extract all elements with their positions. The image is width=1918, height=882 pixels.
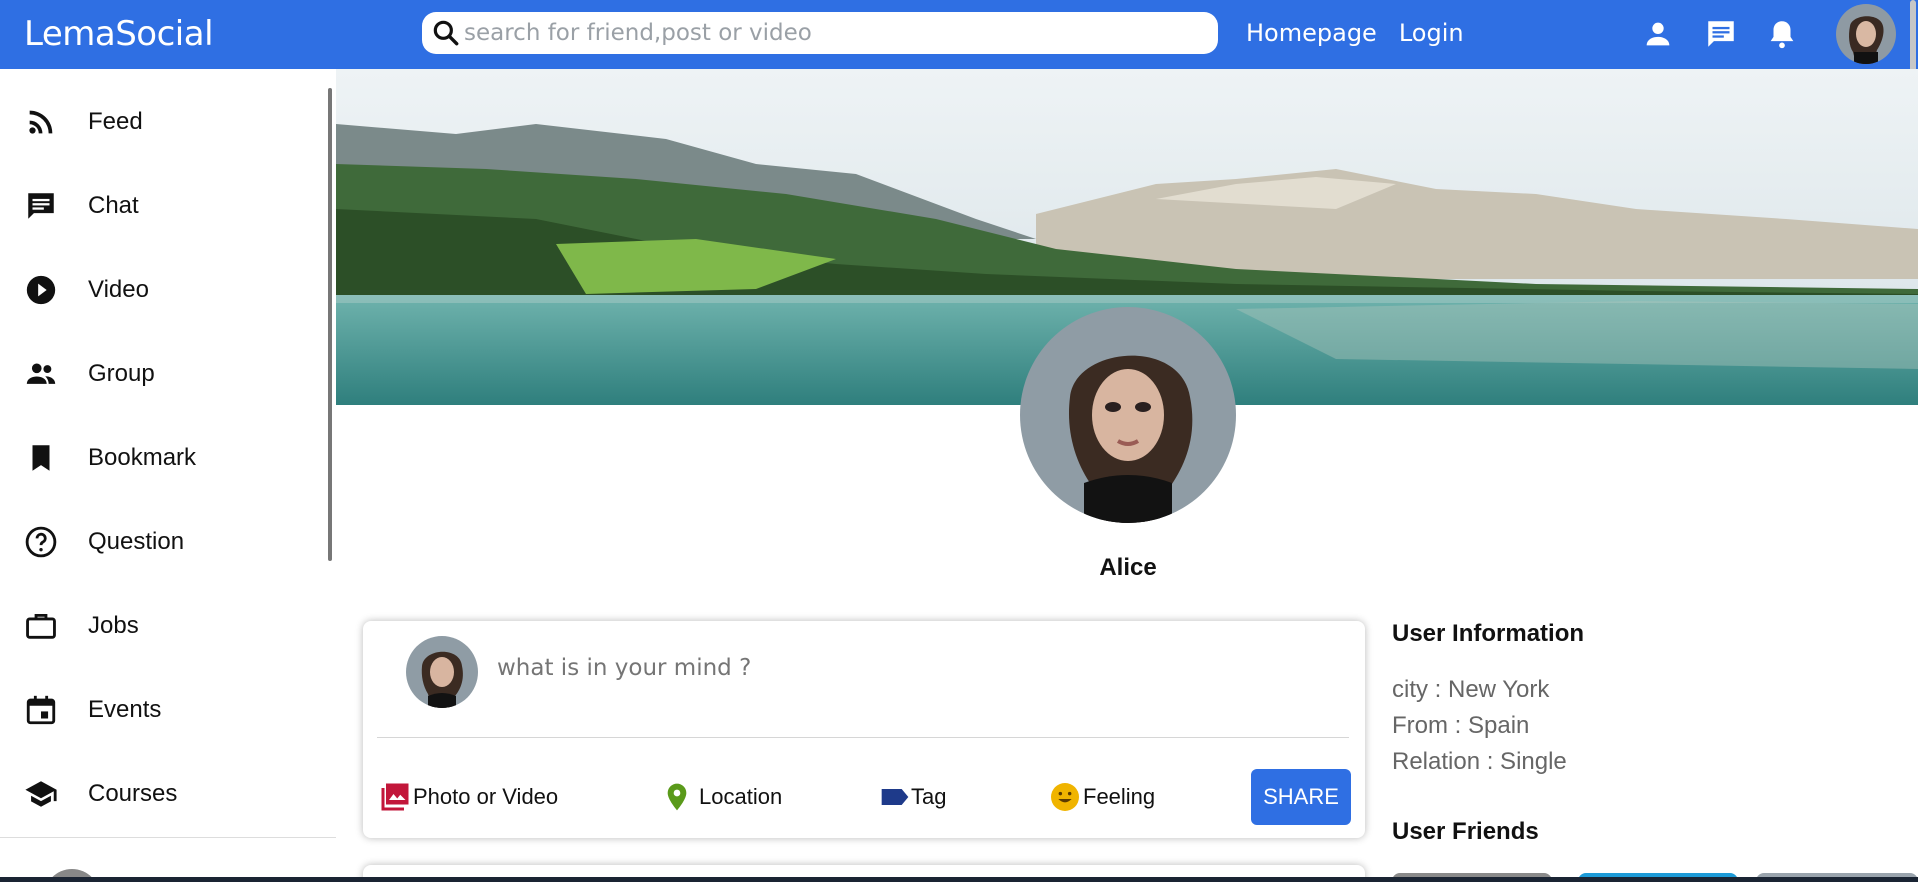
- sidebar-item-courses[interactable]: Courses: [24, 774, 177, 814]
- page-scrollbar[interactable]: [1910, 0, 1916, 80]
- sidebar-item-group[interactable]: Group: [24, 354, 155, 394]
- homepage-link[interactable]: Homepage: [1246, 19, 1377, 47]
- user-info-title: User Information: [1392, 620, 1585, 647]
- sidebar-item-chat[interactable]: Chat: [24, 186, 139, 226]
- sidebar-item-feed[interactable]: Feed: [24, 102, 143, 142]
- share-avatar: [406, 636, 478, 708]
- sidebar-item-label: Chat: [88, 192, 139, 219]
- top-bar: LemaSocial Homepage Login: [0, 0, 1918, 69]
- sidebar-item-label: Feed: [88, 108, 143, 135]
- share-option-label: Photo or Video: [413, 784, 559, 809]
- person-icon[interactable]: [1641, 17, 1675, 51]
- taskbar-edge: [0, 877, 1918, 882]
- share-divider: [377, 737, 1349, 738]
- chat-icon[interactable]: [1704, 17, 1738, 51]
- share-option-tag[interactable]: Tag: [879, 779, 946, 815]
- sidebar-item-label: Question: [88, 528, 185, 555]
- user-info-city: city : New York: [1392, 676, 1550, 703]
- share-option-label: Tag: [911, 784, 947, 809]
- briefcase-icon: [26, 613, 56, 639]
- sidebar-item-label: Video: [88, 276, 149, 303]
- play-circle-icon: [26, 275, 56, 305]
- sidebar-item-label: Bookmark: [88, 444, 197, 471]
- search-input[interactable]: [464, 20, 1204, 46]
- share-card: Photo or Video Location Tag Feeling SHAR…: [363, 621, 1365, 838]
- chat-icon: [28, 193, 54, 219]
- share-option-label: Feeling: [1083, 784, 1156, 809]
- school-icon: [25, 781, 57, 807]
- sidebar-scrollbar[interactable]: [328, 88, 332, 561]
- sidebar-item-label: Group: [88, 360, 155, 387]
- nav-links: Homepage Login: [1246, 19, 1464, 47]
- sidebar-item-jobs[interactable]: Jobs: [24, 606, 139, 646]
- sidebar-item-bookmark[interactable]: Bookmark: [24, 438, 196, 478]
- share-input[interactable]: [497, 655, 1297, 681]
- sidebar: Feed Chat Video Group Bookmark Question …: [0, 69, 336, 882]
- login-link[interactable]: Login: [1399, 19, 1464, 47]
- user-friends-title: User Friends: [1392, 818, 1539, 845]
- user-info-relation: Relation : Single: [1392, 748, 1567, 775]
- sidebar-item-video[interactable]: Video: [24, 270, 149, 310]
- user-avatar[interactable]: [1836, 4, 1896, 64]
- sidebar-item-label: Events: [88, 696, 162, 723]
- share-option-feeling[interactable]: Feeling: [1049, 779, 1155, 815]
- user-info-from: From : Spain: [1392, 712, 1530, 739]
- photo-library-icon: [381, 783, 409, 811]
- notification-icon[interactable]: [1765, 17, 1799, 51]
- share-option-photo-or-video[interactable]: Photo or Video: [377, 779, 558, 815]
- app-logo[interactable]: LemaSocial: [24, 14, 214, 54]
- profile-name: Alice: [1099, 554, 1157, 581]
- sidebar-item-question[interactable]: Question: [24, 522, 184, 562]
- bookmark-icon: [32, 445, 50, 471]
- location-pin-icon: [667, 783, 687, 811]
- calendar-icon: [26, 695, 56, 725]
- sidebar-item-events[interactable]: Events: [24, 690, 161, 730]
- help-circle-icon: [25, 526, 57, 558]
- rss-feed-icon: [29, 110, 53, 134]
- share-option-location[interactable]: Location: [661, 779, 782, 815]
- profile-picture[interactable]: [1020, 307, 1236, 523]
- search-bar[interactable]: [422, 12, 1218, 54]
- emoji-icon: [1051, 783, 1079, 811]
- sidebar-divider: [0, 837, 336, 838]
- search-icon: [433, 20, 459, 46]
- sidebar-item-label: Jobs: [88, 612, 139, 639]
- label-icon: [881, 789, 909, 805]
- group-icon: [26, 363, 56, 384]
- share-button[interactable]: SHARE: [1251, 769, 1351, 825]
- share-option-label: Location: [699, 784, 783, 809]
- sidebar-item-label: Courses: [88, 780, 178, 807]
